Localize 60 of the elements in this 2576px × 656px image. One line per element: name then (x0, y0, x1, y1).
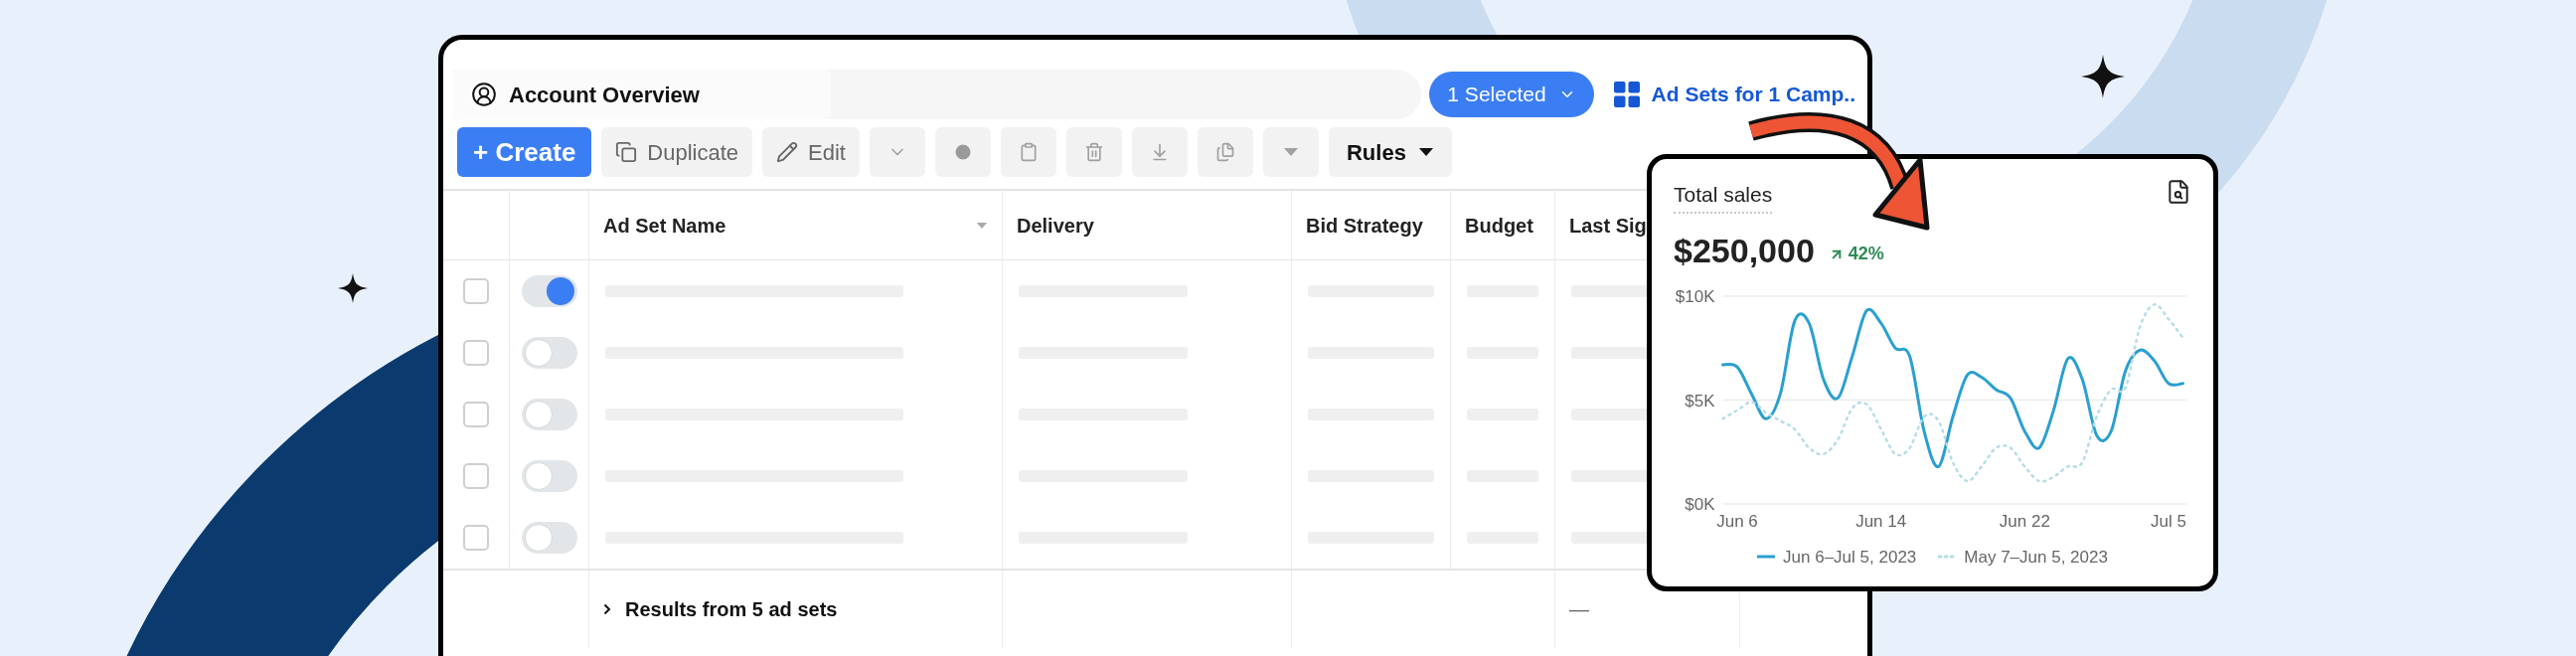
toolbar-icon-button[interactable] (870, 127, 925, 177)
search-report-icon[interactable] (2166, 179, 2191, 205)
row-checkbox[interactable] (463, 402, 489, 427)
account-icon (471, 82, 497, 107)
sparkle-icon (2081, 55, 2125, 98)
axis-label: $10K (1675, 286, 1715, 306)
expand-chevron-icon (603, 603, 611, 615)
toggle-switch[interactable] (521, 522, 577, 554)
caret-icon (1283, 147, 1299, 157)
download-icon (1150, 142, 1170, 162)
toggle-switch[interactable] (521, 399, 577, 430)
row-checkbox[interactable] (463, 340, 489, 366)
total-value: $250,000 (1674, 230, 1815, 271)
toolbar-button[interactable]: Edit (762, 127, 860, 177)
results-summary: Results from 5 ad sets (625, 597, 838, 622)
pencil-icon (776, 141, 799, 163)
legend-label: Jun 6–Jul 5, 2023 (1783, 546, 1917, 569)
card-title: Total sales (1674, 179, 1773, 214)
column-header[interactable]: Bid Strategy (1306, 210, 1423, 241)
account-tab[interactable]: Account Overview (453, 70, 831, 119)
legend-label: May 7–Jun 5, 2023 (1964, 546, 2108, 569)
table-cell-text: — (1569, 597, 1589, 622)
column-header[interactable]: Ad Set Name (603, 210, 726, 241)
axis-label: Jun 14 (1855, 511, 1907, 531)
copy-icon (1215, 142, 1235, 162)
axis-label: Jun 22 (1999, 511, 2050, 531)
row-checkbox[interactable] (463, 525, 489, 551)
column-header[interactable]: Delivery (1017, 210, 1094, 241)
create-button[interactable]: + Create (457, 127, 592, 177)
duplicate-icon (615, 141, 638, 163)
toolbar-icon-button[interactable] (1132, 127, 1188, 177)
toggle-switch[interactable] (521, 460, 577, 492)
legend-swatch-icon (1757, 555, 1776, 560)
column-header[interactable]: Budget (1465, 210, 1533, 241)
row-checkbox[interactable] (463, 278, 489, 304)
caret-icon (976, 220, 988, 231)
axis-label: Jul 5 (2151, 511, 2186, 531)
toolbar-icon-button[interactable] (1263, 127, 1319, 177)
toolbar-icon-button[interactable] (935, 127, 991, 177)
toggle-switch[interactable] (521, 275, 577, 307)
row-checkbox[interactable] (463, 463, 489, 489)
axis-label: Jun 6 (1716, 511, 1758, 531)
axis-label: $5K (1685, 391, 1715, 410)
clipboard-icon (1019, 142, 1039, 162)
toolbar-button[interactable]: Duplicate (601, 127, 753, 177)
axis-label: $0K (1685, 494, 1715, 514)
rules-dropdown[interactable]: Rules (1329, 127, 1452, 177)
selection-dropdown[interactable]: 1 Selected (1429, 72, 1594, 117)
sparkle-icon (338, 273, 368, 303)
column-header[interactable]: Last Sig (1569, 210, 1647, 241)
toolbar-icon-button[interactable] (1198, 127, 1253, 177)
breadcrumb-link[interactable]: Ad Sets for 1 Camp.. (1651, 79, 1855, 110)
change-percent: 42% (1848, 243, 1884, 265)
trash-icon (1084, 142, 1104, 162)
toggle-switch[interactable] (521, 337, 577, 369)
caret-icon (1417, 147, 1434, 157)
toolbar-icon-button[interactable] (1066, 127, 1122, 177)
toolbar-icon-button[interactable] (1001, 127, 1056, 177)
legend-swatch-icon (1938, 555, 1957, 560)
grid-icon (1613, 82, 1640, 107)
